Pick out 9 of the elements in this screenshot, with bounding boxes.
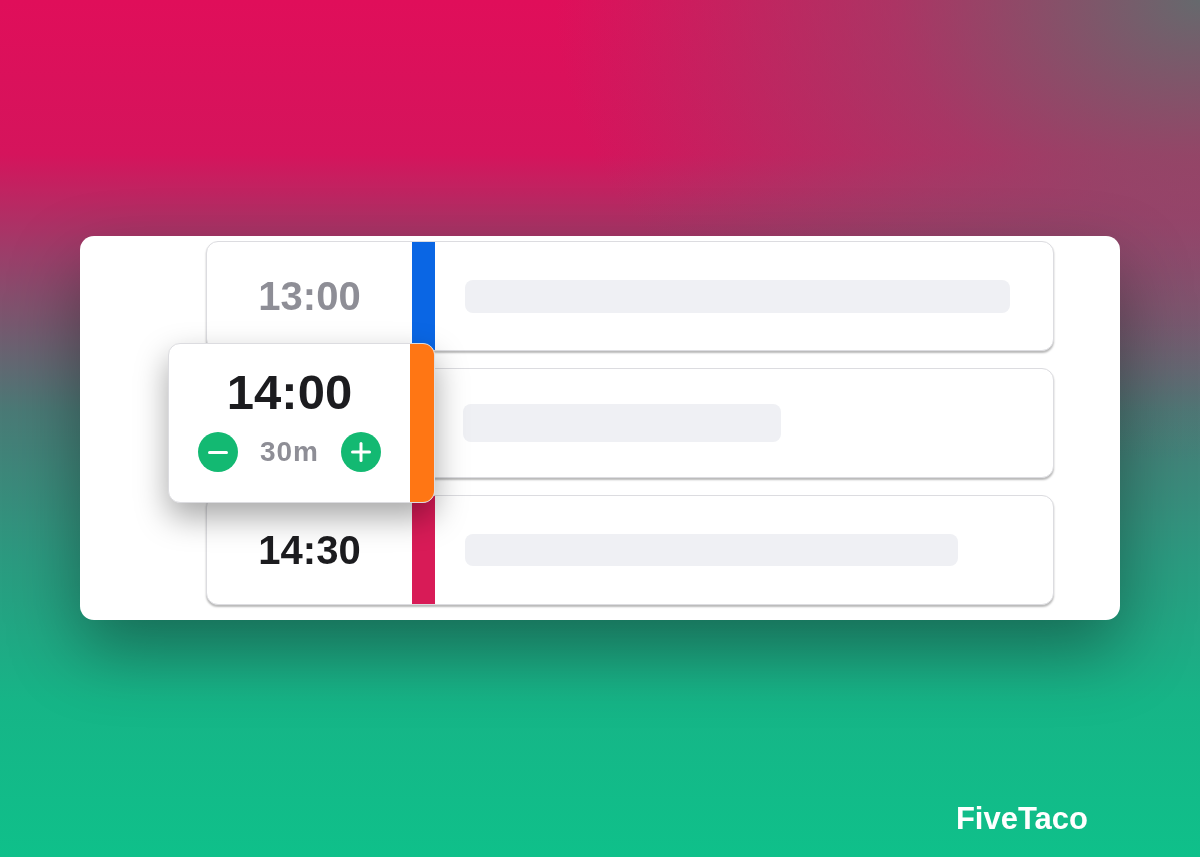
plus-icon [351, 442, 371, 462]
decrease-button[interactable] [197, 432, 238, 472]
increase-button[interactable] [341, 432, 381, 472]
slot-time: 14:00 [226, 364, 353, 420]
slot-time: 13:00 [258, 273, 361, 319]
slot-time: 14:30 [258, 527, 361, 573]
brand-logo: FiveTaco [955, 801, 1088, 837]
duration-value: 30m [259, 435, 319, 469]
minus-icon [207, 450, 228, 454]
